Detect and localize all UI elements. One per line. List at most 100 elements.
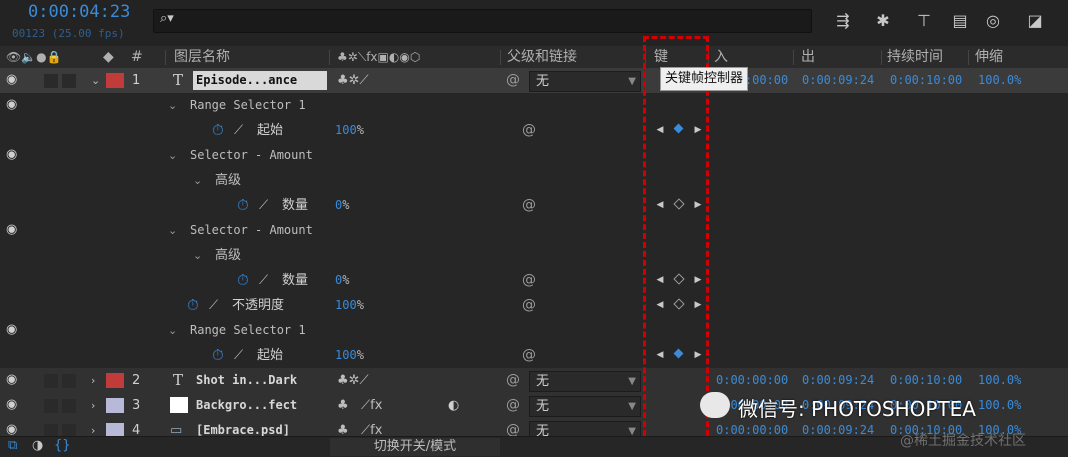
lock-toggle[interactable] [62,74,76,88]
visibility-eye-icon[interactable]: ◉ [6,73,22,86]
switch-icons[interactable]: ♣✲⟋ [337,68,369,93]
visibility-eye-icon[interactable]: ◉ [6,98,22,111]
current-time-display[interactable]: 0:00:04:23 [28,2,130,22]
switches-header-icons: ♣✲⟍fx▣◐◉⬡ [337,50,421,64]
pick-whip-icon[interactable]: @ [506,68,520,93]
draft-3d-icon[interactable]: ⇶ [831,10,855,32]
render-icon[interactable]: ⧉ [8,438,17,453]
switch-icons[interactable]: ♣ ⟋fx [337,393,382,418]
graph-icon[interactable]: ⟋ [259,193,268,218]
frame-blend-icon[interactable]: ⊤ [912,10,936,32]
motion-blur-icon[interactable]: ◎ [981,10,1005,32]
property-row[interactable]: ⏱ ⟋ 起始 100% @ ◀ ▶ [0,343,1068,369]
stopwatch-icon[interactable]: ⏱ [237,268,249,293]
graph-icon[interactable]: ⟋ [259,268,268,293]
expand-chevron-icon[interactable]: ⌄ [168,143,177,168]
graph-icon[interactable]: ⟋ [234,343,243,368]
visibility-eye-icon[interactable]: ◉ [6,323,22,336]
parent-dropdown[interactable]: 无 ▼ [529,71,641,92]
stopwatch-icon[interactable]: ⏱ [187,293,199,318]
label-color-swatch[interactable] [106,398,124,413]
expand-chevron-icon[interactable]: ⌄ [168,93,177,118]
visibility-eye-icon[interactable]: ◉ [6,223,22,236]
stretch-value[interactable]: 100.0% [978,393,1021,418]
expand-chevron-icon[interactable]: › [91,393,95,418]
pick-whip-icon[interactable]: @ [506,368,520,393]
flowchart-icon[interactable]: ◑ [32,438,43,453]
property-row[interactable]: ◉ ⌄ Selector - Amount [0,218,1068,244]
expression-pick-whip-icon[interactable]: @ [522,293,536,318]
stretch-value[interactable]: 100.0% [978,368,1021,393]
expression-pick-whip-icon[interactable]: @ [522,268,536,293]
stopwatch-icon[interactable]: ⏱ [212,118,224,143]
layer-row[interactable]: ◉ ⌄ 1 T Episode...ance ♣✲⟋ @ 无 ▼ 0:00:00:00 0:00:0… [0,68,1068,94]
switch-icons[interactable]: ♣✲⟋ [337,368,369,393]
property-row[interactable]: ⏱ ⟋ 不透明度 100% @ ◀ ▶ [0,293,1068,319]
expand-chevron-icon[interactable]: ⌄ [91,68,100,93]
lock-toggle[interactable] [62,374,76,388]
stopwatch-icon[interactable]: ⏱ [237,193,249,218]
parent-dropdown[interactable]: 无 ▼ [529,396,641,417]
property-value[interactable]: 100% [335,343,364,368]
property-value[interactable]: 100% [335,118,364,143]
search-input[interactable]: ⌕▾ [153,9,812,33]
solo-toggle[interactable] [44,399,58,413]
expand-chevron-icon[interactable]: ⌄ [193,243,202,268]
visibility-eye-icon[interactable]: ◉ [6,398,22,411]
out-time[interactable]: 0:00:09:24 [802,368,874,393]
property-row[interactable]: ⏱ ⟋ 数量 0% @ ◀ ▶ [0,193,1068,219]
toggle-switches-modes-button[interactable]: 切换开关/模式 [330,438,500,456]
layer-row[interactable]: ◉ › 2 T Shot in...Dark ♣✲⟋ @ 无 ▼ 0:00:00:00 0:00:0… [0,368,1068,394]
property-row[interactable]: ⏱ ⟋ 起始 100% @ ◀ ▶ [0,118,1068,144]
expression-pick-whip-icon[interactable]: @ [522,118,536,143]
expand-chevron-icon[interactable]: ⌄ [168,218,177,243]
layer-name[interactable]: Backgro...fect [196,393,297,418]
lock-toggle[interactable] [62,399,76,413]
expression-pick-whip-icon[interactable]: @ [522,193,536,218]
out-time[interactable]: 0:00:09:24 [802,68,874,93]
graph-icon[interactable]: ⟋ [234,118,243,143]
visibility-eye-icon[interactable]: ◉ [6,373,22,386]
expression-pick-whip-icon[interactable]: @ [522,343,536,368]
out-header[interactable]: 出 [801,46,815,68]
layer-name[interactable]: Shot in...Dark [196,368,297,393]
shape-icon[interactable]: ✱ [871,10,895,32]
label-color-swatch[interactable] [106,373,124,388]
expand-chevron-icon[interactable]: › [91,368,95,393]
adjustment-icon[interactable]: ◐ [448,393,459,418]
duration-header[interactable]: 持续时间 [887,46,943,68]
in-time[interactable]: 0:00:00:00 [716,368,788,393]
label-color-swatch[interactable] [106,73,124,88]
expand-chevron-icon[interactable]: ⌄ [193,168,202,193]
parent-dropdown[interactable]: 无 ▼ [529,371,641,392]
property-value[interactable]: 100% [335,293,364,318]
solo-toggle[interactable] [44,74,58,88]
visibility-eye-icon[interactable]: ◉ [6,148,22,161]
property-row[interactable]: ⏱ ⟋ 数量 0% @ ◀ ▶ [0,268,1068,294]
duration-time[interactable]: 0:00:10:00 [890,68,962,93]
stretch-value[interactable]: 100.0% [978,68,1021,93]
stretch-header[interactable]: 伸缩 [975,46,1003,68]
property-row[interactable]: ◉ ⌄ Range Selector 1 [0,318,1068,344]
solo-toggle[interactable] [44,374,58,388]
property-row[interactable]: ⌄ 高级 [0,168,1068,194]
visibility-eye-icon[interactable]: ◉ [6,423,22,436]
expand-chevron-icon[interactable]: ⌄ [168,318,177,343]
property-row[interactable]: ◉ ⌄ Selector - Amount [0,143,1068,169]
layer-name-header[interactable]: 图层名称 [174,46,230,68]
parent-header[interactable]: 父级和链接 [507,46,577,68]
property-value[interactable]: 0% [335,268,349,293]
layer-name[interactable]: Episode...ance [193,71,327,90]
brackets-icon[interactable]: {} [54,438,71,453]
duration-time[interactable]: 0:00:10:00 [890,368,962,393]
composition-icon[interactable]: ◪ [1023,10,1047,32]
property-row[interactable]: ⌄ 高级 [0,243,1068,269]
graph-editor-icon[interactable]: ▤ [948,10,972,32]
property-row[interactable]: ◉ ⌄ Range Selector 1 [0,93,1068,119]
graph-icon[interactable]: ⟋ [209,293,218,318]
search-icon: ⌕▾ [160,11,174,26]
property-value[interactable]: 0% [335,193,349,218]
in-header[interactable]: 入 [714,46,728,68]
stopwatch-icon[interactable]: ⏱ [212,343,224,368]
pick-whip-icon[interactable]: @ [506,393,520,418]
